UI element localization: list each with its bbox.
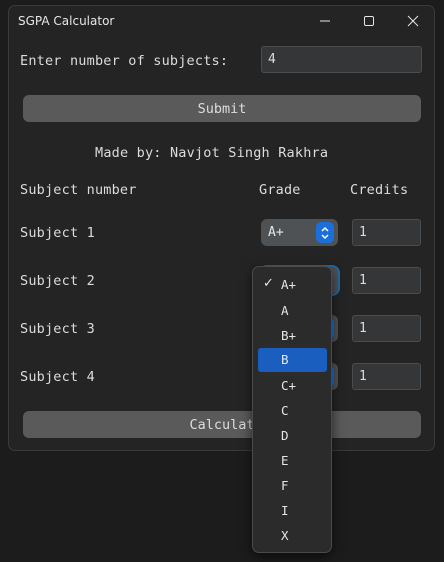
dropdown-option[interactable]: E (258, 449, 327, 473)
dropdown-option[interactable]: B+ (258, 324, 327, 348)
maximize-button[interactable] (347, 6, 391, 36)
grade-value-1: A+ (268, 225, 284, 240)
dropdown-option[interactable]: C+ (258, 374, 327, 398)
dropdown-option[interactable]: ✓ A+ (258, 273, 327, 297)
app-window: SGPA Calculator Enter number of subjects… (8, 5, 435, 451)
subject-label-4: Subject 4 (20, 369, 95, 385)
credits-input-1[interactable] (352, 219, 421, 246)
window-title: SGPA Calculator (18, 14, 115, 28)
title-bar[interactable]: SGPA Calculator (9, 6, 434, 36)
maximize-icon (364, 16, 374, 26)
submit-button[interactable]: Submit (23, 95, 421, 122)
minimize-icon (320, 20, 330, 22)
credits-input-4[interactable] (352, 363, 421, 390)
header-credits: Credits (350, 182, 409, 198)
minimize-button[interactable] (303, 6, 347, 36)
grade-select-1[interactable]: A+ (261, 219, 338, 246)
credit-line: Made by: Navjot Singh Rakhra (95, 145, 329, 161)
header-subject: Subject number (20, 182, 137, 198)
submit-label: Submit (197, 100, 247, 117)
header-grade: Grade (259, 182, 301, 198)
num-subjects-label: Enter number of subjects: (20, 53, 229, 69)
dropdown-option[interactable]: C (258, 399, 327, 423)
grade-dropdown-menu: ✓ A+ A B+ B C+ C D E F I X (252, 266, 332, 553)
chevron-updown-icon (316, 222, 334, 243)
credits-input-3[interactable] (352, 315, 421, 342)
credits-input-2[interactable] (352, 267, 421, 294)
dropdown-option[interactable]: D (258, 424, 327, 448)
dropdown-option[interactable]: F (258, 474, 327, 498)
dropdown-option[interactable]: X (258, 524, 327, 548)
subject-label-3: Subject 3 (20, 321, 95, 337)
num-subjects-input[interactable] (261, 46, 422, 73)
dropdown-option[interactable]: I (258, 499, 327, 523)
close-button[interactable] (391, 6, 434, 36)
calculate-button[interactable]: Calculat (23, 411, 421, 438)
dropdown-option[interactable]: A (258, 299, 327, 323)
subject-label-2: Subject 2 (20, 273, 95, 289)
calculate-label: Calculat (189, 416, 255, 433)
checkmark-icon: ✓ (263, 276, 274, 291)
dropdown-option[interactable]: B (258, 348, 327, 372)
subject-label-1: Subject 1 (20, 225, 95, 241)
close-icon (407, 15, 419, 27)
